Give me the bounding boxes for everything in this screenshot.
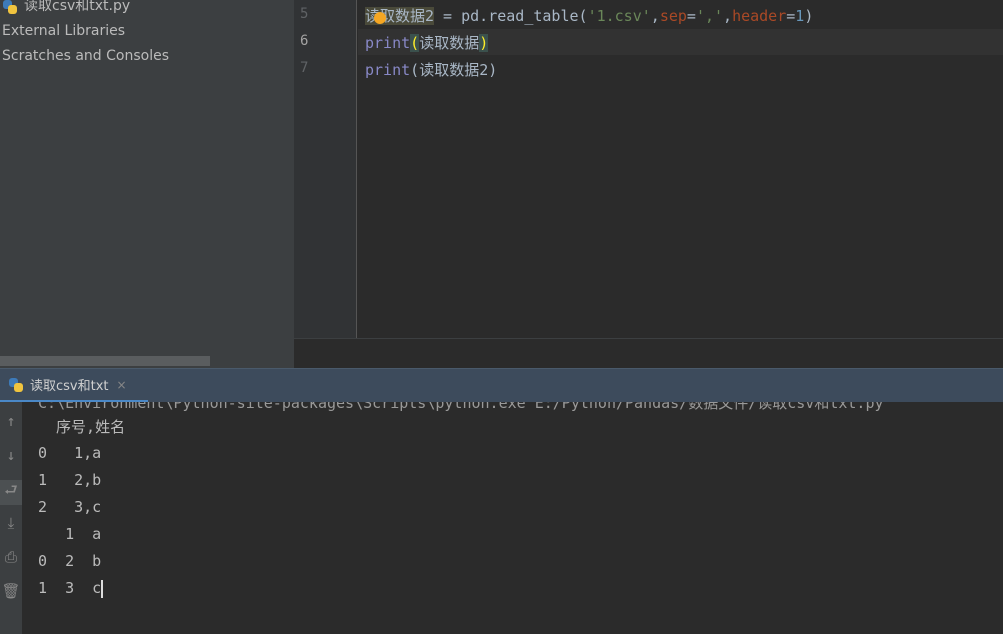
- code-editor[interactable]: 5 6 7 读取数据2 = pd.read_table('1.csv',sep=…: [294, 0, 1003, 338]
- function-token: print: [365, 34, 411, 52]
- line-number: 5: [300, 6, 309, 22]
- lightbulb-icon[interactable]: [374, 12, 386, 24]
- code-line-5: 读取数据2 = pd.read_table('1.csv',sep=',',he…: [365, 5, 813, 26]
- arrow-up-icon[interactable]: ↑: [0, 412, 22, 430]
- param-token: header: [732, 7, 787, 25]
- tab-label: 读取csv和txt: [30, 379, 109, 394]
- text-cursor: [101, 579, 104, 598]
- console-line: 0 1,a: [38, 444, 102, 462]
- soft-wrap-icon[interactable]: ⮐: [0, 480, 22, 505]
- function-token: print: [365, 61, 411, 79]
- console-line: 序号,姓名: [38, 418, 126, 436]
- brace-token: ): [479, 34, 489, 52]
- python-icon: [8, 377, 24, 393]
- console-line: 0 2 b: [38, 552, 102, 570]
- code-token: ): [804, 7, 814, 25]
- code-token: ,: [650, 7, 660, 25]
- run-toolbar: ↑ ↓ ⮐ ⤓ ⎙ 🗑: [0, 402, 22, 634]
- run-tab-bar: 读取csv和txt ×: [0, 368, 1003, 403]
- console-text: 1 3 c: [38, 579, 102, 597]
- code-token: 读取数据: [419, 34, 480, 52]
- code-line-6: print(读取数据): [365, 32, 489, 53]
- code-token: =: [786, 7, 796, 25]
- code-token: 读取数据2: [419, 61, 489, 79]
- string-token: ',': [695, 7, 724, 25]
- tree-item-external-libraries[interactable]: External Libraries: [0, 19, 294, 44]
- file-label: 读取csv和txt.py: [24, 0, 131, 14]
- string-token: '1.csv': [587, 7, 651, 25]
- print-icon[interactable]: ⎙: [0, 548, 22, 566]
- editor-footer: [294, 338, 1003, 368]
- param-token: sep: [659, 7, 687, 25]
- line-gutter: 5 6 7: [294, 0, 357, 338]
- code-token: ): [488, 61, 498, 79]
- arrow-down-icon[interactable]: ↓: [0, 446, 22, 464]
- console-line: 1 2,b: [38, 471, 102, 489]
- number-token: 1: [795, 7, 805, 25]
- console-line-last: 1 3 c: [38, 579, 104, 598]
- tab-run[interactable]: 读取csv和txt ×: [0, 369, 148, 403]
- console-line: 2 3,c: [38, 498, 102, 516]
- trash-icon[interactable]: 🗑: [0, 582, 22, 600]
- close-icon[interactable]: ×: [117, 378, 127, 392]
- horizontal-scrollbar[interactable]: [0, 356, 210, 366]
- line-number: 6: [300, 33, 309, 49]
- console-line: 1 a: [38, 525, 102, 543]
- brace-token: (: [410, 34, 420, 52]
- code-token: ,: [723, 7, 733, 25]
- code-line-7: print(读取数据2): [365, 59, 497, 80]
- project-sidebar: 读取csv和txt.py External Libraries Scratche…: [0, 0, 294, 368]
- tree-item-file[interactable]: 读取csv和txt.py: [0, 0, 294, 19]
- console-line: C:\Environment\Python-site-packages\Scri…: [38, 402, 884, 412]
- code-token: =: [686, 7, 696, 25]
- tree-item-scratches[interactable]: Scratches and Consoles: [0, 44, 294, 69]
- scroll-to-end-icon[interactable]: ⤓: [0, 514, 22, 532]
- code-token: = pd.read_table(: [434, 7, 588, 25]
- code-token: (: [410, 61, 420, 79]
- python-file-icon: [2, 0, 18, 15]
- line-number: 7: [300, 60, 309, 76]
- console-output[interactable]: C:\Environment\Python-site-packages\Scri…: [22, 402, 1003, 634]
